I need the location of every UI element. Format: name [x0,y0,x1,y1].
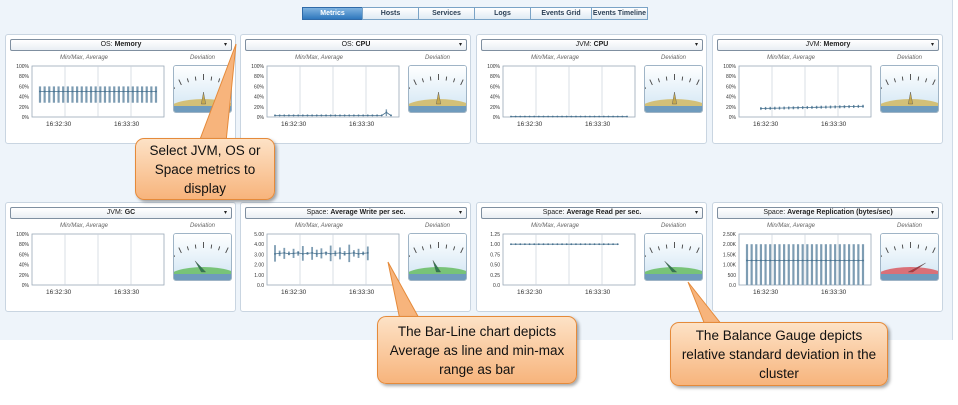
callout-balance-gauge: The Balance Gauge depicts relative stand… [670,322,888,386]
callout-pointer-barline [387,261,421,321]
callout-select-metrics: Select JVM, OS or Space metrics to displ… [135,138,275,200]
callout-pointer-gauge [687,281,724,326]
callout-bar-line-chart: The Bar-Line chart depicts Average as li… [377,316,577,384]
stage: Metrics Hosts Services Logs Events Grid … [0,0,958,405]
callout-pointer-selector [198,43,237,143]
